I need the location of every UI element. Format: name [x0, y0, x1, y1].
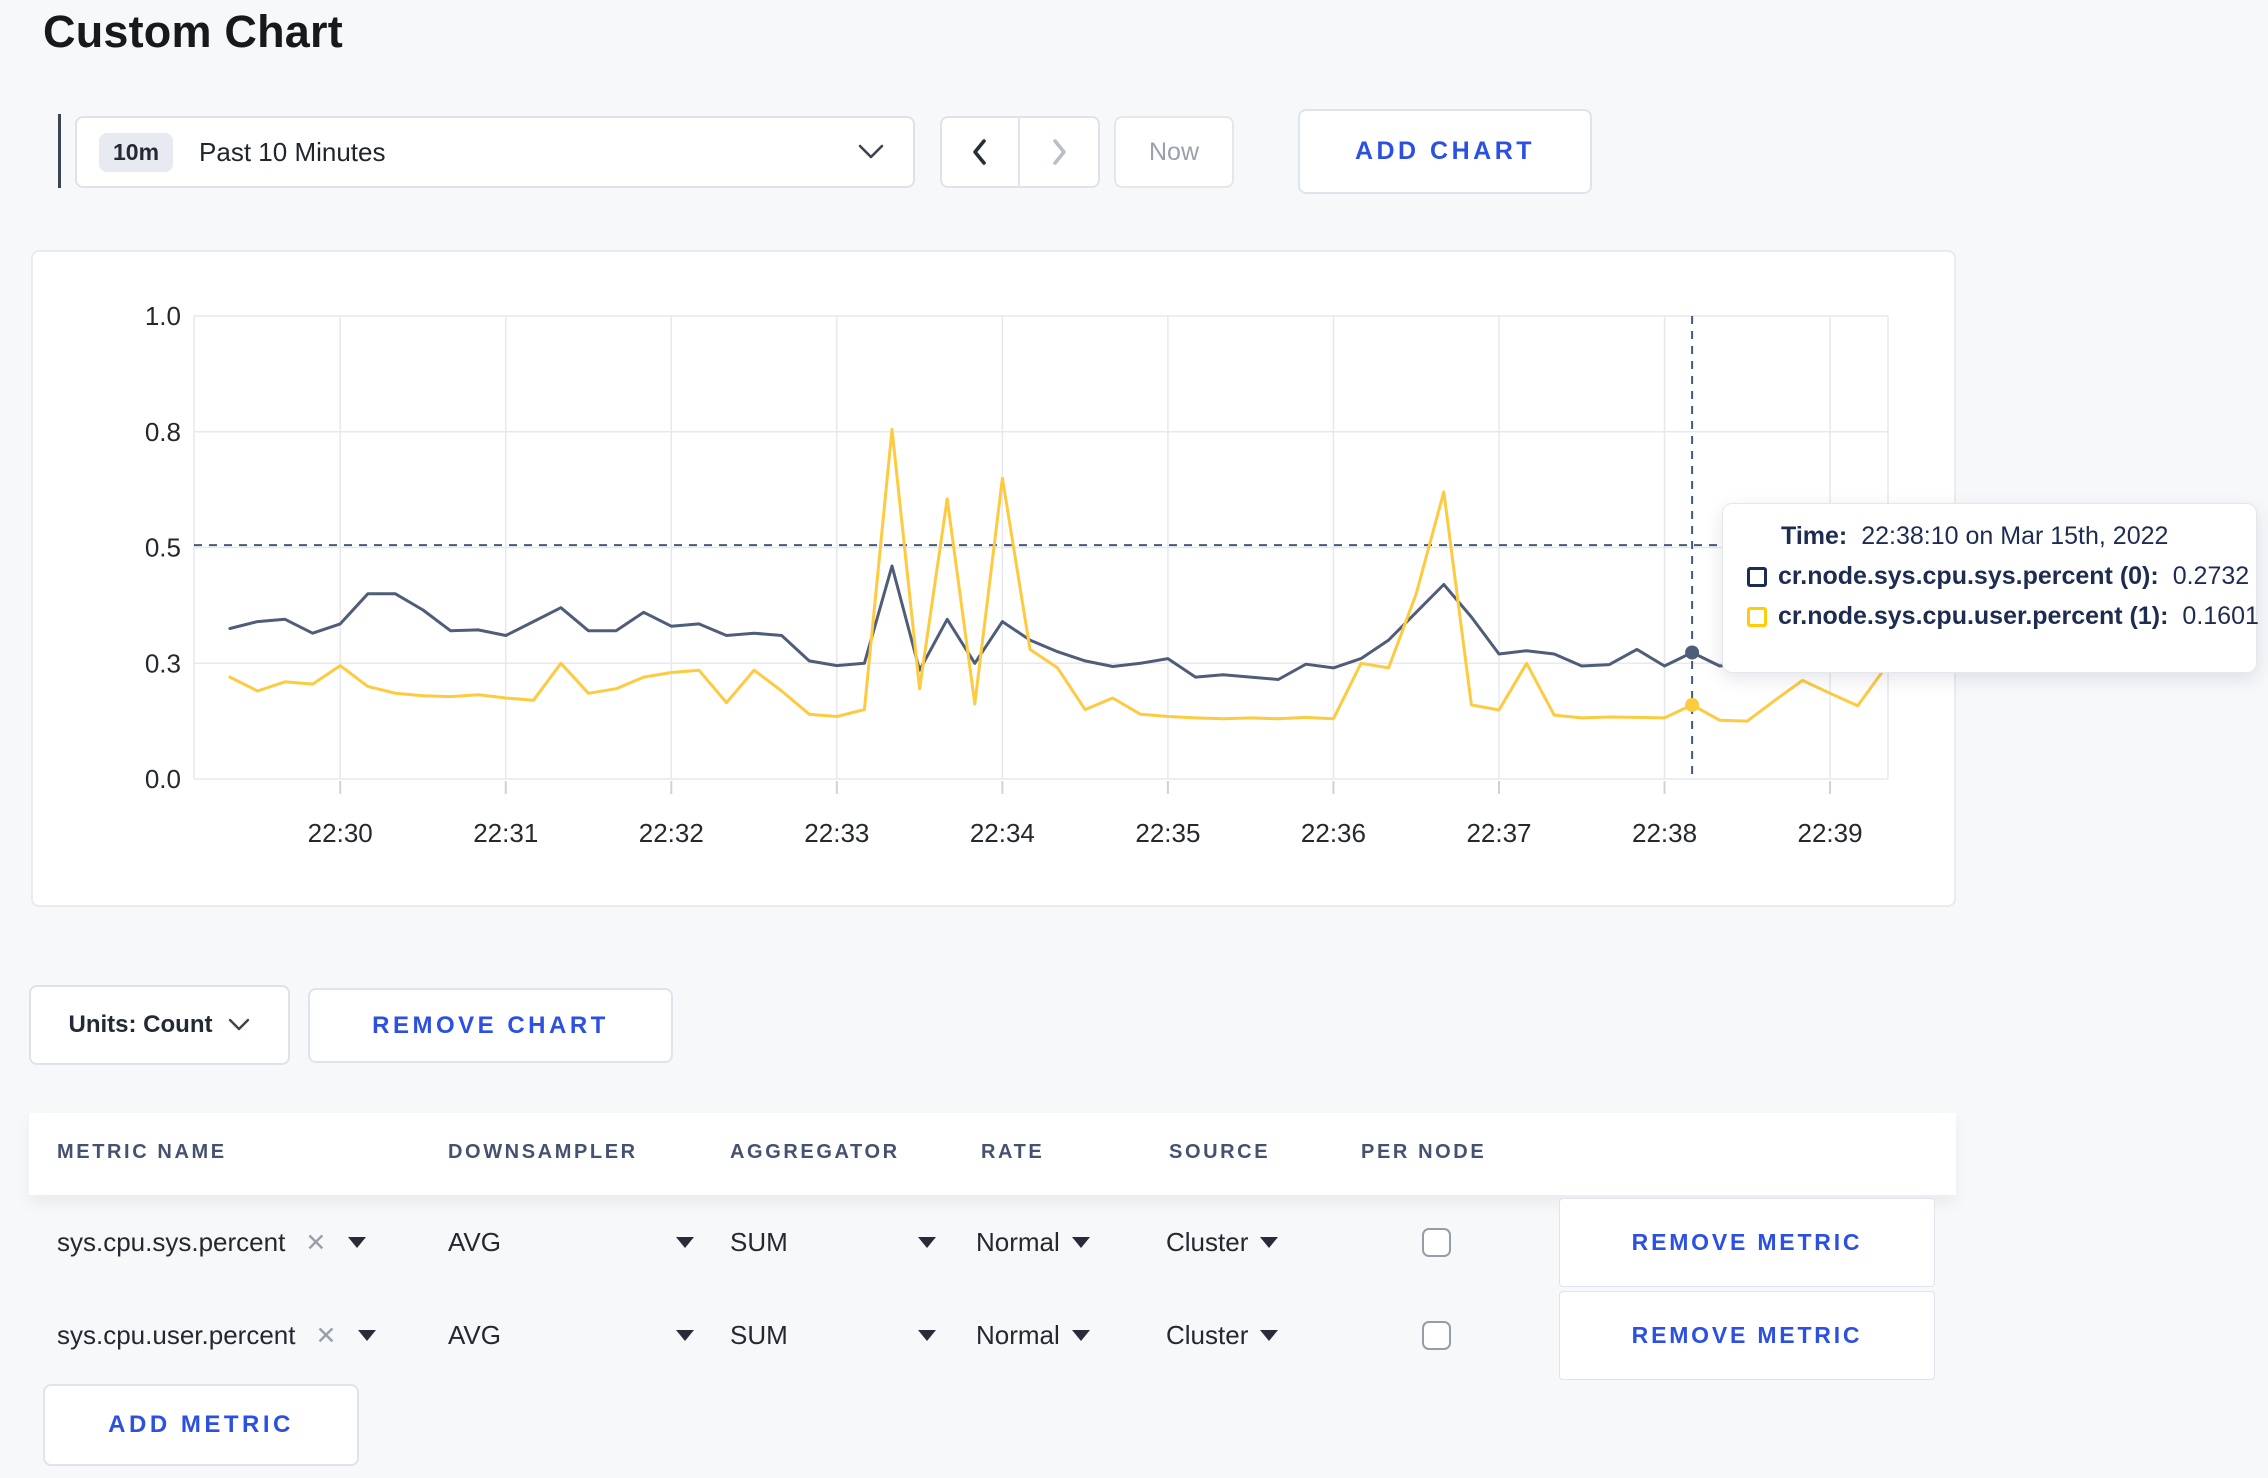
source-select[interactable]: Cluster [1166, 1289, 1279, 1382]
svg-text:1.0: 1.0 [145, 301, 181, 331]
add-metric-button[interactable]: ADD METRIC [43, 1384, 359, 1466]
remove-chart-button[interactable]: REMOVE CHART [308, 988, 673, 1063]
aggregator-value: SUM [730, 1227, 788, 1257]
svg-text:22:36: 22:36 [1301, 818, 1366, 848]
rate-select[interactable]: Normal [976, 1196, 1090, 1289]
step-back-button[interactable] [942, 118, 1020, 186]
toolbar-left-divider [58, 114, 61, 188]
per-node-checkbox[interactable] [1422, 1228, 1451, 1257]
chevron-down-icon [857, 143, 885, 161]
per-node-checkbox[interactable] [1422, 1321, 1451, 1350]
tooltip-sys-label: cr.node.sys.cpu.sys.percent (0): [1778, 562, 2159, 590]
downsampler-value: AVG [448, 1227, 501, 1257]
caret-down-icon [1071, 1237, 1090, 1248]
page-title: Custom Chart [43, 6, 343, 57]
remove-metric-button[interactable]: REMOVE METRIC [1559, 1198, 1935, 1287]
svg-text:0.5: 0.5 [145, 533, 181, 563]
metric-name-select[interactable]: sys.cpu.sys.percent ✕ [57, 1196, 367, 1289]
svg-text:22:33: 22:33 [804, 818, 869, 848]
col-header-metric-name: METRIC NAME [57, 1141, 227, 1163]
caret-down-icon [918, 1237, 936, 1248]
svg-text:22:38: 22:38 [1632, 818, 1697, 848]
downsampler-value: AVG [448, 1320, 501, 1350]
per-node-cell [1422, 1289, 1451, 1382]
units-select[interactable]: Units: Count [29, 985, 290, 1065]
svg-text:22:34: 22:34 [970, 818, 1035, 848]
tooltip-sys-value: 0.2732 [2172, 562, 2250, 590]
svg-text:0.8: 0.8 [145, 417, 181, 447]
time-window-select[interactable]: 10m Past 10 Minutes [75, 116, 915, 188]
chevron-down-icon [228, 1018, 250, 1032]
col-header-rate: RATE [981, 1141, 1045, 1163]
col-header-per-node: PER NODE [1361, 1141, 1487, 1163]
col-header-downsampler: DOWNSAMPLER [448, 1141, 638, 1163]
tooltip-user-label: cr.node.sys.cpu.user.percent (1): [1778, 602, 2169, 630]
svg-text:22:37: 22:37 [1466, 818, 1531, 848]
svg-text:22:31: 22:31 [473, 818, 538, 848]
caret-down-icon [676, 1237, 694, 1248]
aggregator-value: SUM [730, 1320, 788, 1350]
metric-row: sys.cpu.user.percent ✕ AVG SUM Normal Cl… [29, 1289, 1956, 1382]
downsampler-select[interactable]: AVG [448, 1196, 694, 1289]
per-node-cell [1422, 1196, 1451, 1289]
chevron-right-icon [1047, 137, 1071, 167]
source-value: Cluster [1166, 1227, 1249, 1257]
svg-text:22:35: 22:35 [1135, 818, 1200, 848]
svg-text:22:39: 22:39 [1798, 818, 1863, 848]
metric-name-select[interactable]: sys.cpu.user.percent ✕ [57, 1289, 377, 1382]
metrics-table-header: METRIC NAME DOWNSAMPLER AGGREGATOR RATE … [29, 1113, 1956, 1195]
units-label: Units: Count [68, 1011, 213, 1038]
tooltip-user-value: 0.1601 [2182, 602, 2259, 630]
metric-name-value: sys.cpu.user.percent [57, 1320, 296, 1350]
user-series-swatch-icon [1747, 606, 1767, 627]
chevron-left-icon [968, 137, 992, 167]
caret-down-icon[interactable] [358, 1330, 377, 1341]
rate-select[interactable]: Normal [976, 1289, 1090, 1382]
aggregator-select[interactable]: SUM [730, 1196, 936, 1289]
clear-metric-icon[interactable]: ✕ [305, 1228, 326, 1258]
time-window-label: Past 10 Minutes [199, 136, 386, 167]
remove-metric-button[interactable]: REMOVE METRIC [1559, 1291, 1935, 1380]
caret-down-icon [918, 1330, 936, 1341]
rate-value: Normal [976, 1320, 1060, 1350]
tooltip-time-label: Time: [1781, 522, 1848, 550]
step-forward-button[interactable] [1020, 118, 1098, 186]
source-select[interactable]: Cluster [1166, 1196, 1279, 1289]
now-button[interactable]: Now [1114, 116, 1234, 188]
time-window-badge: 10m [99, 132, 174, 172]
col-header-aggregator: AGGREGATOR [730, 1141, 900, 1163]
caret-down-icon [676, 1330, 694, 1341]
source-value: Cluster [1166, 1320, 1249, 1350]
chart-hover-tooltip: Time: 22:38:10 on Mar 15th, 2022 cr.node… [1722, 503, 2259, 673]
chart-card[interactable]: 22:30 22:31 22:32 22:33 22:34 22:35 22:36 22:37… [31, 250, 1956, 907]
caret-down-icon [1260, 1237, 1279, 1248]
rate-value: Normal [976, 1227, 1060, 1257]
svg-text:0.3: 0.3 [145, 648, 181, 678]
caret-down-icon [1260, 1330, 1279, 1341]
col-header-source: SOURCE [1169, 1141, 1271, 1163]
clear-metric-icon[interactable]: ✕ [315, 1321, 336, 1351]
svg-text:22:30: 22:30 [308, 818, 373, 848]
metric-row: sys.cpu.sys.percent ✕ AVG SUM Normal Clu… [29, 1196, 1956, 1289]
tooltip-time-value: 22:38:10 on Mar 15th, 2022 [1861, 522, 2169, 550]
sys-series-swatch-icon [1747, 566, 1767, 587]
downsampler-select[interactable]: AVG [448, 1289, 694, 1382]
svg-text:0.0: 0.0 [145, 764, 181, 794]
time-step-group [940, 116, 1100, 188]
caret-down-icon[interactable] [348, 1237, 367, 1248]
caret-down-icon [1071, 1330, 1090, 1341]
add-chart-button[interactable]: ADD CHART [1298, 109, 1592, 194]
svg-text:22:32: 22:32 [639, 818, 704, 848]
aggregator-select[interactable]: SUM [730, 1289, 936, 1382]
cpu-percent-line-chart[interactable]: 22:30 22:31 22:32 22:33 22:34 22:35 22:36 22:37… [33, 252, 1954, 905]
metric-name-value: sys.cpu.sys.percent [57, 1227, 286, 1257]
